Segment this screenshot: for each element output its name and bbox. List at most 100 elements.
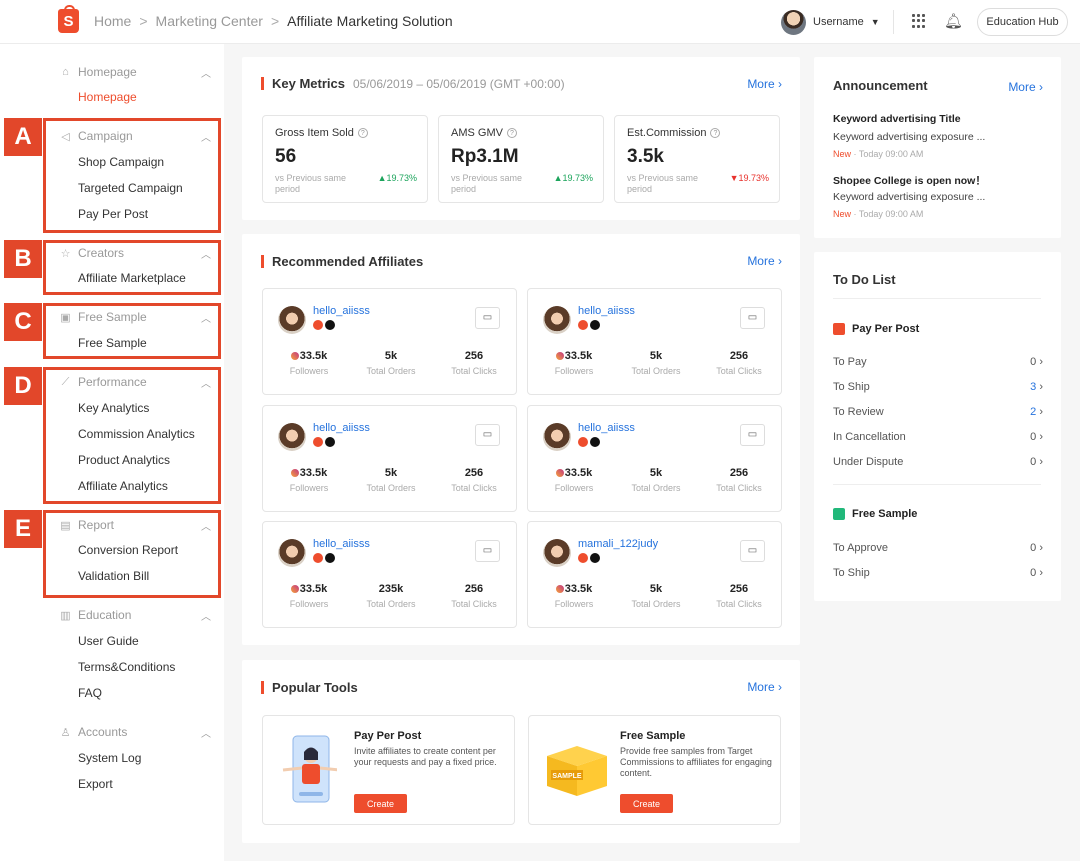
chevron-right-icon: › [1039,80,1043,94]
orders-stat: 5k Total Orders [631,467,681,493]
clicks-stat: 256 Total Clicks [716,583,762,609]
metric-value: 3.5k [627,146,664,167]
shopee-logo[interactable]: S [58,5,79,33]
todo-row[interactable]: Under Dispute 0 › [833,456,1043,468]
affiliate-name[interactable]: hello_aiisss [578,422,635,434]
popular-tools-more-link[interactable]: More › [747,680,782,694]
todo-row[interactable]: To Pay 0 › [833,356,1043,368]
affiliate-card[interactable]: hello_aiisss ▭ 33.5k Followers 5k Total Order… [262,405,517,512]
todo-section-pay-per-post: Pay Per Post [833,323,919,335]
clicks-stat: 256 Total Clicks [716,467,762,493]
announcement-item-title[interactable]: Shopee College is open now！ [833,173,986,188]
announcement-item-title[interactable]: Keyword advertising Title [833,113,961,125]
sidebar-section-homepage[interactable]: ⌂ Homepage ︿ [59,65,211,80]
sidebar-section-education[interactable]: ▥ Education ︿ [59,608,211,623]
sidebar-item-system-log[interactable]: System Log [78,751,141,765]
chevron-right-icon: › [1039,456,1043,468]
sidebar: ⌂ Homepage ︿ Homepage ◁ Campaign ︿ Shop Camp… [0,44,224,861]
education-hub-button[interactable]: Education Hub [977,8,1068,36]
create-free-sample-button[interactable]: Create [620,794,673,813]
todo-row[interactable]: To Review 2 › [833,406,1043,418]
todo-card: To Do List Pay Per Post To Pay 0 › To Ship… [814,252,1061,601]
platform-icons [313,320,335,330]
instagram-icon [555,585,564,593]
todo-row[interactable]: To Approve 0 › [833,542,1043,554]
affiliate-name[interactable]: hello_aiisss [313,422,370,434]
breadcrumb-marketing-center[interactable]: Marketing Center [156,13,263,29]
breadcrumb-home[interactable]: Home [94,13,131,29]
sidebar-section-accounts[interactable]: ♙ Accounts ︿ [59,725,211,740]
bell-icon[interactable]: 🔔︎ [944,12,963,30]
chat-icon[interactable]: ▭ [740,540,765,562]
chat-icon[interactable]: ▭ [475,424,500,446]
followers-stat: 33.5k Followers [554,467,594,493]
help-icon[interactable]: ? [710,128,721,138]
sidebar-item-user-guide[interactable]: User Guide [78,634,139,648]
metric-est-commission: Est.Commission? 3.5k vs Previous same pe… [614,115,780,203]
shopee-video-icon [578,553,588,563]
highlight-box-a [43,118,221,233]
tool-free-sample: SAMPLE Free Sample Provide free samples … [528,715,781,825]
todo-row[interactable]: To Ship 3 › [833,381,1043,393]
chat-icon[interactable]: ▭ [475,307,500,329]
chat-icon[interactable]: ▭ [740,307,765,329]
affiliate-card[interactable]: hello_aiisss ▭ 33.5k Followers 235k Total Ord… [262,521,517,628]
recommended-more-link[interactable]: More › [747,254,782,268]
highlight-box-b [43,240,221,295]
orders-stat: 235k Total Orders [366,583,416,609]
followers-stat: 33.5k Followers [289,350,329,376]
affiliate-card[interactable]: hello_aiisss ▭ 33.5k Followers 5k Total Order… [527,288,782,395]
sidebar-item-export[interactable]: Export [78,777,113,791]
metric-vs-label: vs Previous same period [451,173,523,194]
affiliate-card[interactable]: hello_aiisss ▭ 33.5k Followers 5k Total Order… [262,288,517,395]
affiliate-name[interactable]: hello_aiisss [313,538,370,550]
chevron-right-icon: > [139,13,148,29]
help-icon[interactable]: ? [506,128,517,138]
key-metrics-more-link[interactable]: More › [747,77,782,91]
affiliate-card[interactable]: hello_aiisss ▭ 33.5k Followers 5k Total Order… [527,405,782,512]
top-bar: S Home > Marketing Center > Affiliate Market… [0,0,1080,44]
metric-value: Rp3.1M [451,146,519,167]
gift-icon [833,508,845,520]
key-metrics-card: Key Metrics 05/06/2019 – 05/06/2019 (GMT… [242,57,800,220]
avatar [278,539,306,567]
chat-icon[interactable]: ▭ [740,424,765,446]
orders-stat: 5k Total Orders [366,350,416,376]
tool-pay-per-post: Pay Per Post Invite affiliates to create… [262,715,515,825]
affiliate-name[interactable]: mamali_122judy [578,538,658,550]
todo-row[interactable]: To Ship 0 › [833,567,1043,579]
chevron-right-icon: › [778,77,782,91]
platform-icons [578,553,600,563]
affiliate-name[interactable]: hello_aiisss [313,305,370,317]
todo-count: 0 [1030,542,1037,554]
highlight-label-b: B [4,240,42,278]
help-icon[interactable]: ? [357,128,368,138]
tool-description: Provide free samples from Target Commiss… [620,746,772,778]
chevron-down-icon: ▼ [870,17,880,27]
announcement-item-desc: Keyword advertising exposure ... [833,131,986,143]
sidebar-item-terms-conditions[interactable]: Terms&Conditions [78,660,175,674]
create-pay-per-post-button[interactable]: Create [354,794,407,813]
clicks-stat: 256 Total Clicks [451,467,497,493]
shopee-video-icon [578,320,588,330]
affiliate-card[interactable]: mamali_122judy ▭ 33.5k Followers 5k Total Ord… [527,521,782,628]
sidebar-item-faq[interactable]: FAQ [78,686,102,700]
announcement-more-link[interactable]: More › [1008,80,1043,94]
instagram-icon [290,469,299,477]
metric-gross-item-sold: Gross Item Sold? 56 vs Previous same per… [262,115,428,203]
user-menu[interactable]: Username ▼ [781,9,880,35]
chat-icon[interactable]: ▭ [475,540,500,562]
affiliate-name[interactable]: hello_aiisss [578,305,635,317]
clicks-stat: 256 Total Clicks [451,583,497,609]
todo-row[interactable]: In Cancellation 0 › [833,431,1043,443]
avatar [278,306,306,334]
announcement-item-desc: Keyword advertising exposure ... [833,191,986,203]
apps-grid-icon[interactable] [912,14,926,28]
tiktok-icon [325,553,335,563]
user-icon: ♙ [60,726,71,739]
sidebar-item-homepage[interactable]: Homepage [78,90,137,104]
highlight-label-d: D [4,367,42,405]
metric-vs-label: vs Previous same period [275,173,347,194]
chevron-up-icon: ︿ [201,729,211,740]
tiktok-icon [590,320,600,330]
